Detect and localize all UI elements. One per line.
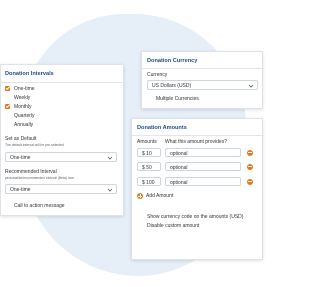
currency-select[interactable]: US Dollars (USD)	[147, 80, 258, 90]
remove-amount-icon[interactable]	[247, 178, 253, 185]
amount-description-value: optional	[170, 150, 188, 157]
set-default-label: Set as Default	[5, 136, 37, 142]
default-interval-select[interactable]: One-time	[5, 152, 117, 162]
add-amount-icon[interactable]	[137, 193, 143, 199]
divider	[142, 68, 264, 69]
amount-description-input[interactable]: optional	[165, 162, 241, 171]
chevron-down-icon	[107, 188, 113, 192]
donation-intervals-card: Donation Intervals One-time Weekly Month…	[0, 64, 125, 216]
currency-title: Donation Currency	[147, 58, 198, 64]
add-amount-label[interactable]: Add Amount	[146, 193, 173, 199]
quarterly-label[interactable]: Quarterly	[14, 113, 35, 119]
amounts-column-header: Amounts	[137, 139, 157, 145]
amount-value: $ 10	[142, 150, 152, 157]
amount-value: $ 50	[142, 164, 152, 171]
amount-description-input[interactable]: optional	[165, 177, 241, 186]
call-to-action-label[interactable]: Call to action message	[14, 203, 65, 209]
description-column-header: What this amount provides?	[165, 139, 227, 145]
amount-input[interactable]: $ 10	[137, 148, 161, 157]
currency-value: US Dollars (USD)	[152, 83, 192, 89]
multiple-currencies-label[interactable]: Multiple Currencies	[156, 96, 199, 102]
intervals-title: Donation Intervals	[5, 71, 54, 77]
show-currency-code-label[interactable]: Show currency code on the amounts (USD)	[147, 214, 243, 220]
amount-value: $ 100	[142, 179, 155, 186]
monthly-label: Monthly	[14, 104, 32, 110]
recommended-interval-hint: personalize/recommended interval (Beta) …	[5, 176, 75, 180]
recommended-interval-select[interactable]: One-time	[5, 184, 117, 194]
default-interval-value: One-time	[10, 155, 31, 161]
amount-description-value: optional	[170, 179, 188, 186]
recommended-interval-label: Recommended Interval	[5, 169, 57, 175]
amount-description-input[interactable]: optional	[165, 148, 241, 157]
divider	[132, 135, 264, 136]
disable-custom-amount-label[interactable]: Disable custom amount	[147, 223, 199, 229]
annually-label[interactable]: Annually	[14, 122, 33, 128]
weekly-label[interactable]: Weekly	[14, 95, 30, 101]
chevron-down-icon	[248, 84, 254, 88]
remove-amount-icon[interactable]	[247, 149, 253, 156]
donation-currency-card: Donation Currency Currency US Dollars (U…	[141, 51, 264, 109]
one-time-label: One-time	[14, 86, 35, 92]
recommended-interval-value: One-time	[10, 187, 31, 193]
amount-input[interactable]: $ 100	[137, 177, 161, 186]
chevron-down-icon	[107, 156, 113, 160]
currency-label: Currency	[147, 72, 168, 78]
amounts-title: Donation Amounts	[137, 125, 187, 131]
monthly-checkbox[interactable]	[5, 104, 10, 109]
divider	[1, 82, 125, 83]
one-time-checkbox[interactable]	[5, 86, 10, 91]
amount-description-value: optional	[170, 164, 188, 171]
remove-amount-icon[interactable]	[247, 163, 253, 170]
amount-input[interactable]: $ 50	[137, 162, 161, 171]
set-default-hint: The default interval will be pre-selecte…	[5, 143, 64, 147]
donation-amounts-card: Donation Amounts Amounts What this amoun…	[131, 118, 264, 260]
